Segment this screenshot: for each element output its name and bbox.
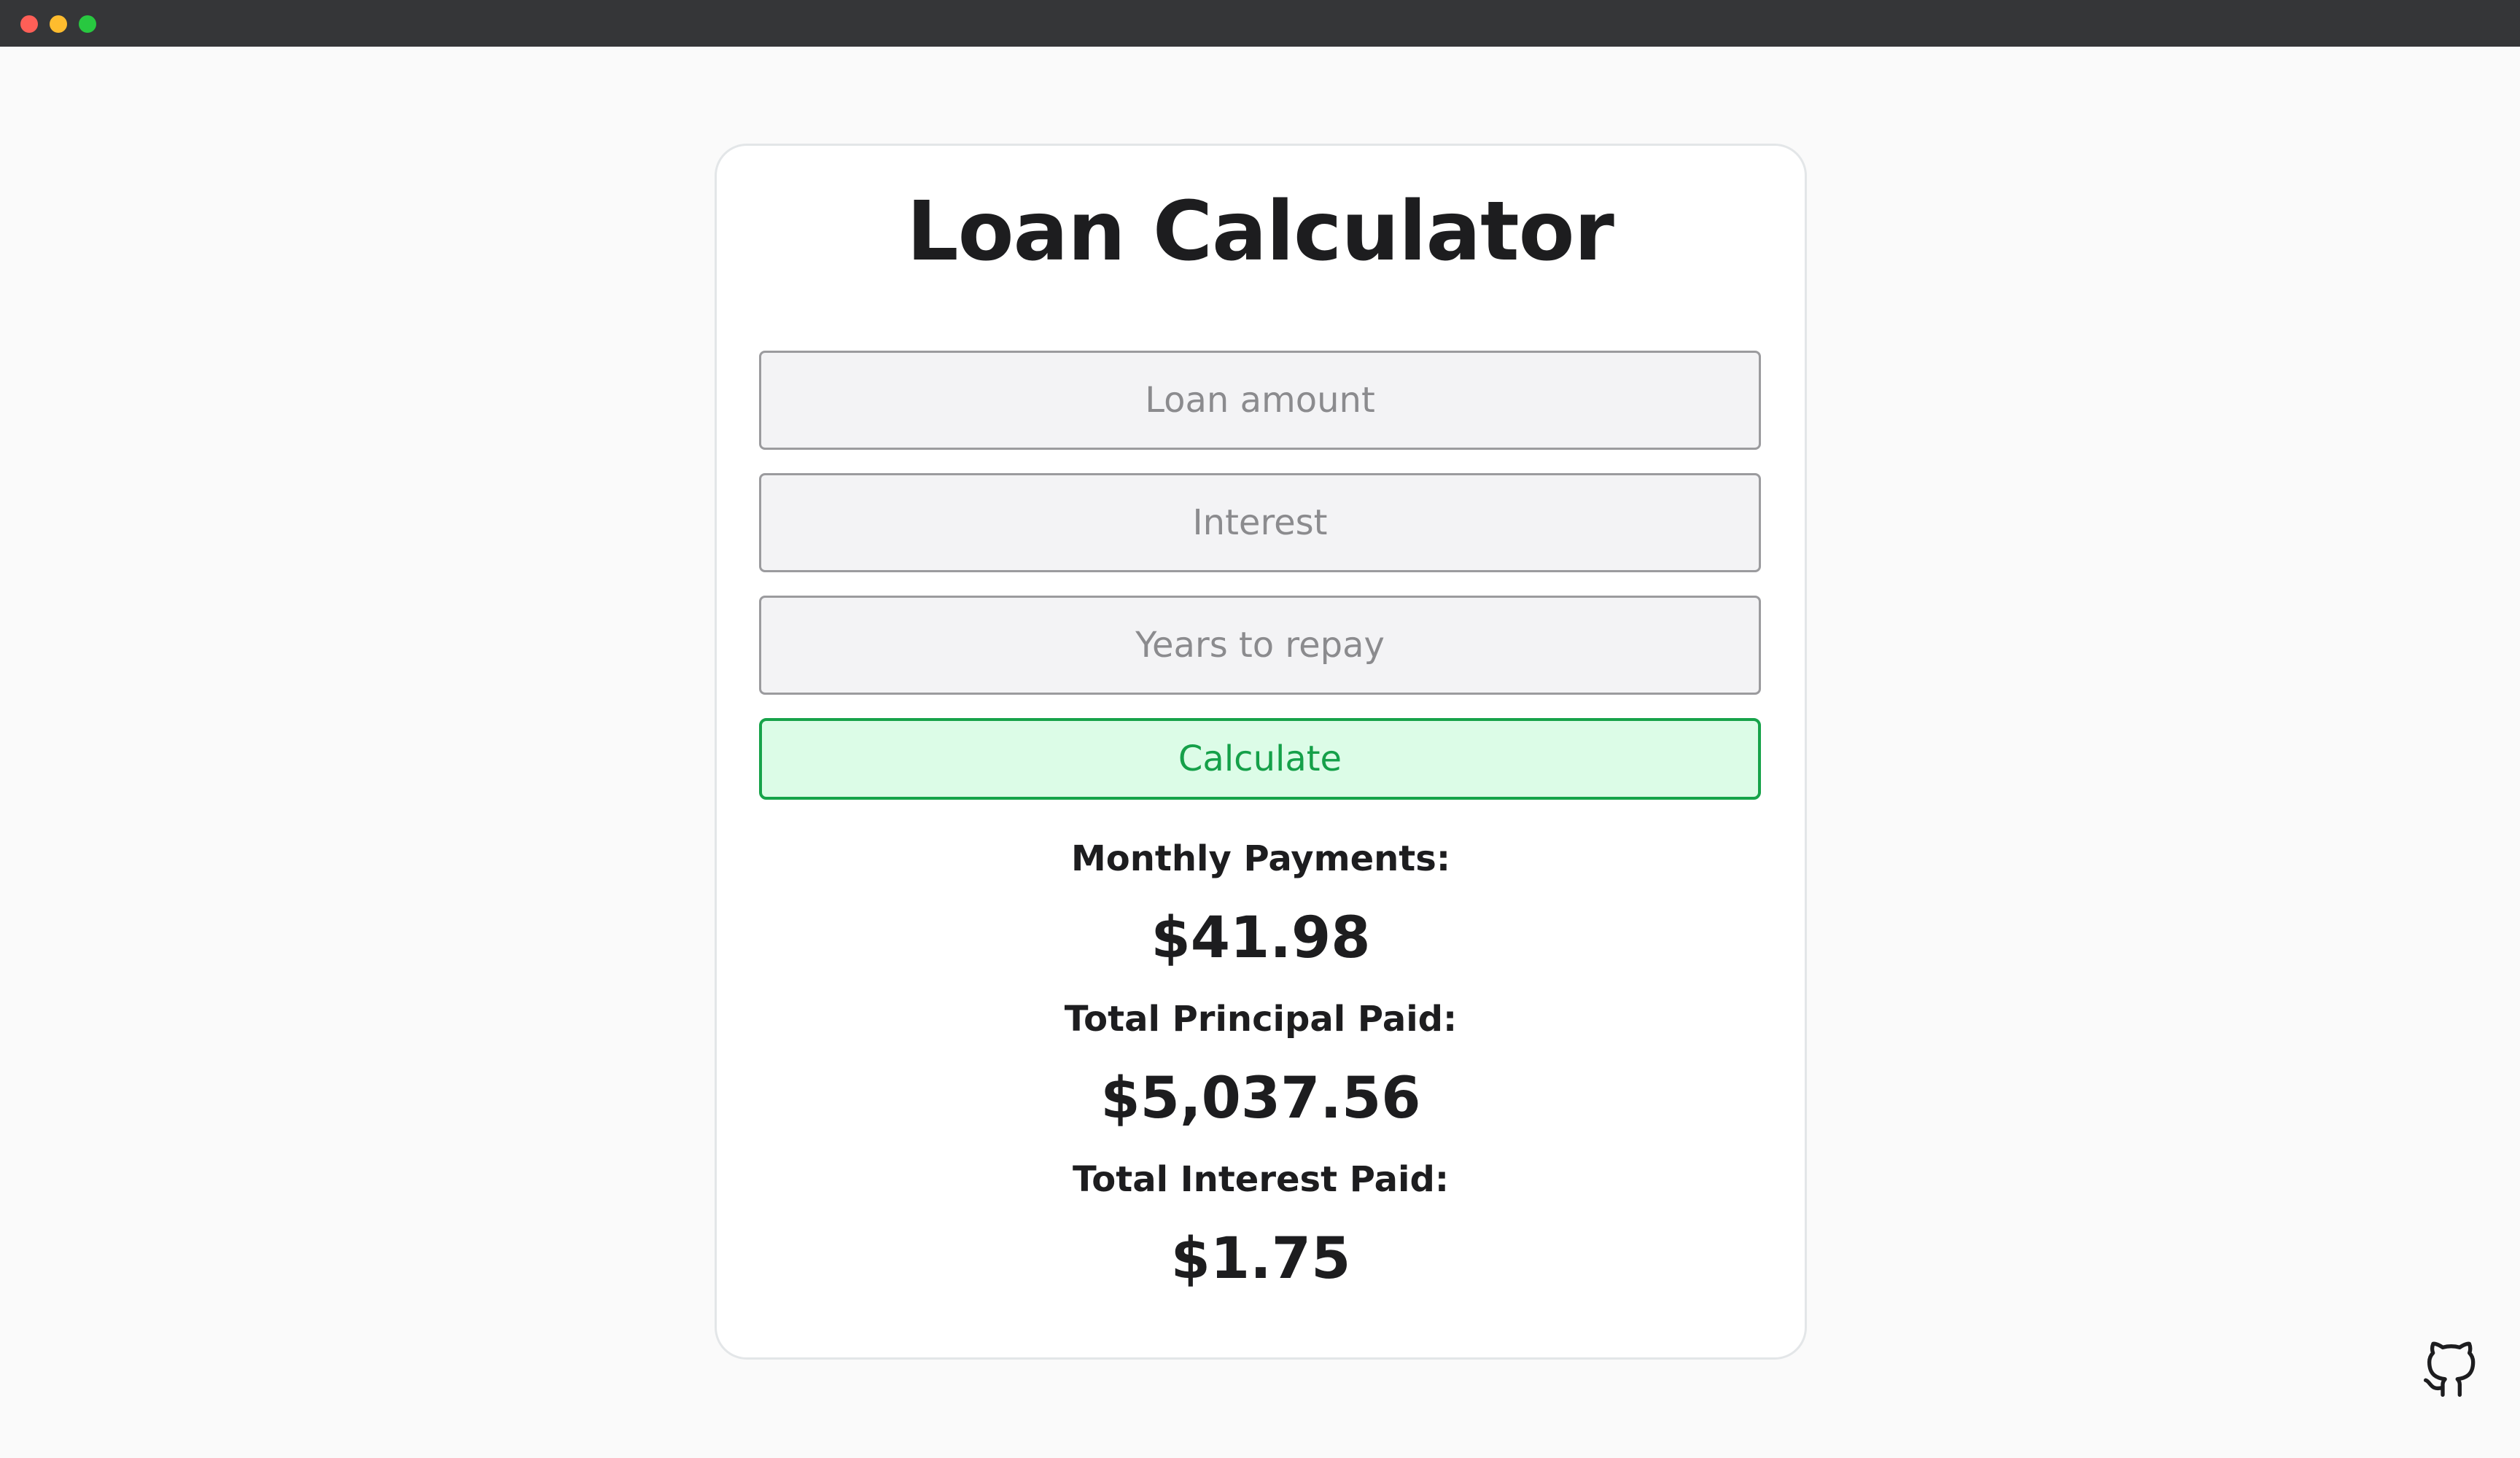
github-icon: [2424, 1341, 2476, 1397]
years-to-repay-input[interactable]: [759, 596, 1761, 695]
calculate-button[interactable]: Calculate: [759, 718, 1761, 800]
minimize-window-button[interactable]: [50, 15, 67, 33]
maximize-window-button[interactable]: [79, 15, 96, 33]
monthly-payments-label: Monthly Payments:: [1070, 838, 1451, 879]
interest-input[interactable]: [759, 473, 1761, 572]
page-title: Loan Calculator: [906, 184, 1614, 279]
total-interest-value: $1.75: [1170, 1226, 1351, 1292]
total-principal-value: $5,037.56: [1100, 1066, 1421, 1131]
github-link[interactable]: [2421, 1341, 2479, 1400]
total-interest-label: Total Interest Paid:: [1072, 1159, 1450, 1200]
monthly-payments-value: $41.98: [1151, 905, 1371, 971]
window-titlebar: [0, 0, 2520, 47]
total-principal-label: Total Principal Paid:: [1064, 999, 1458, 1040]
close-window-button[interactable]: [20, 15, 38, 33]
loan-amount-input[interactable]: [759, 351, 1761, 450]
